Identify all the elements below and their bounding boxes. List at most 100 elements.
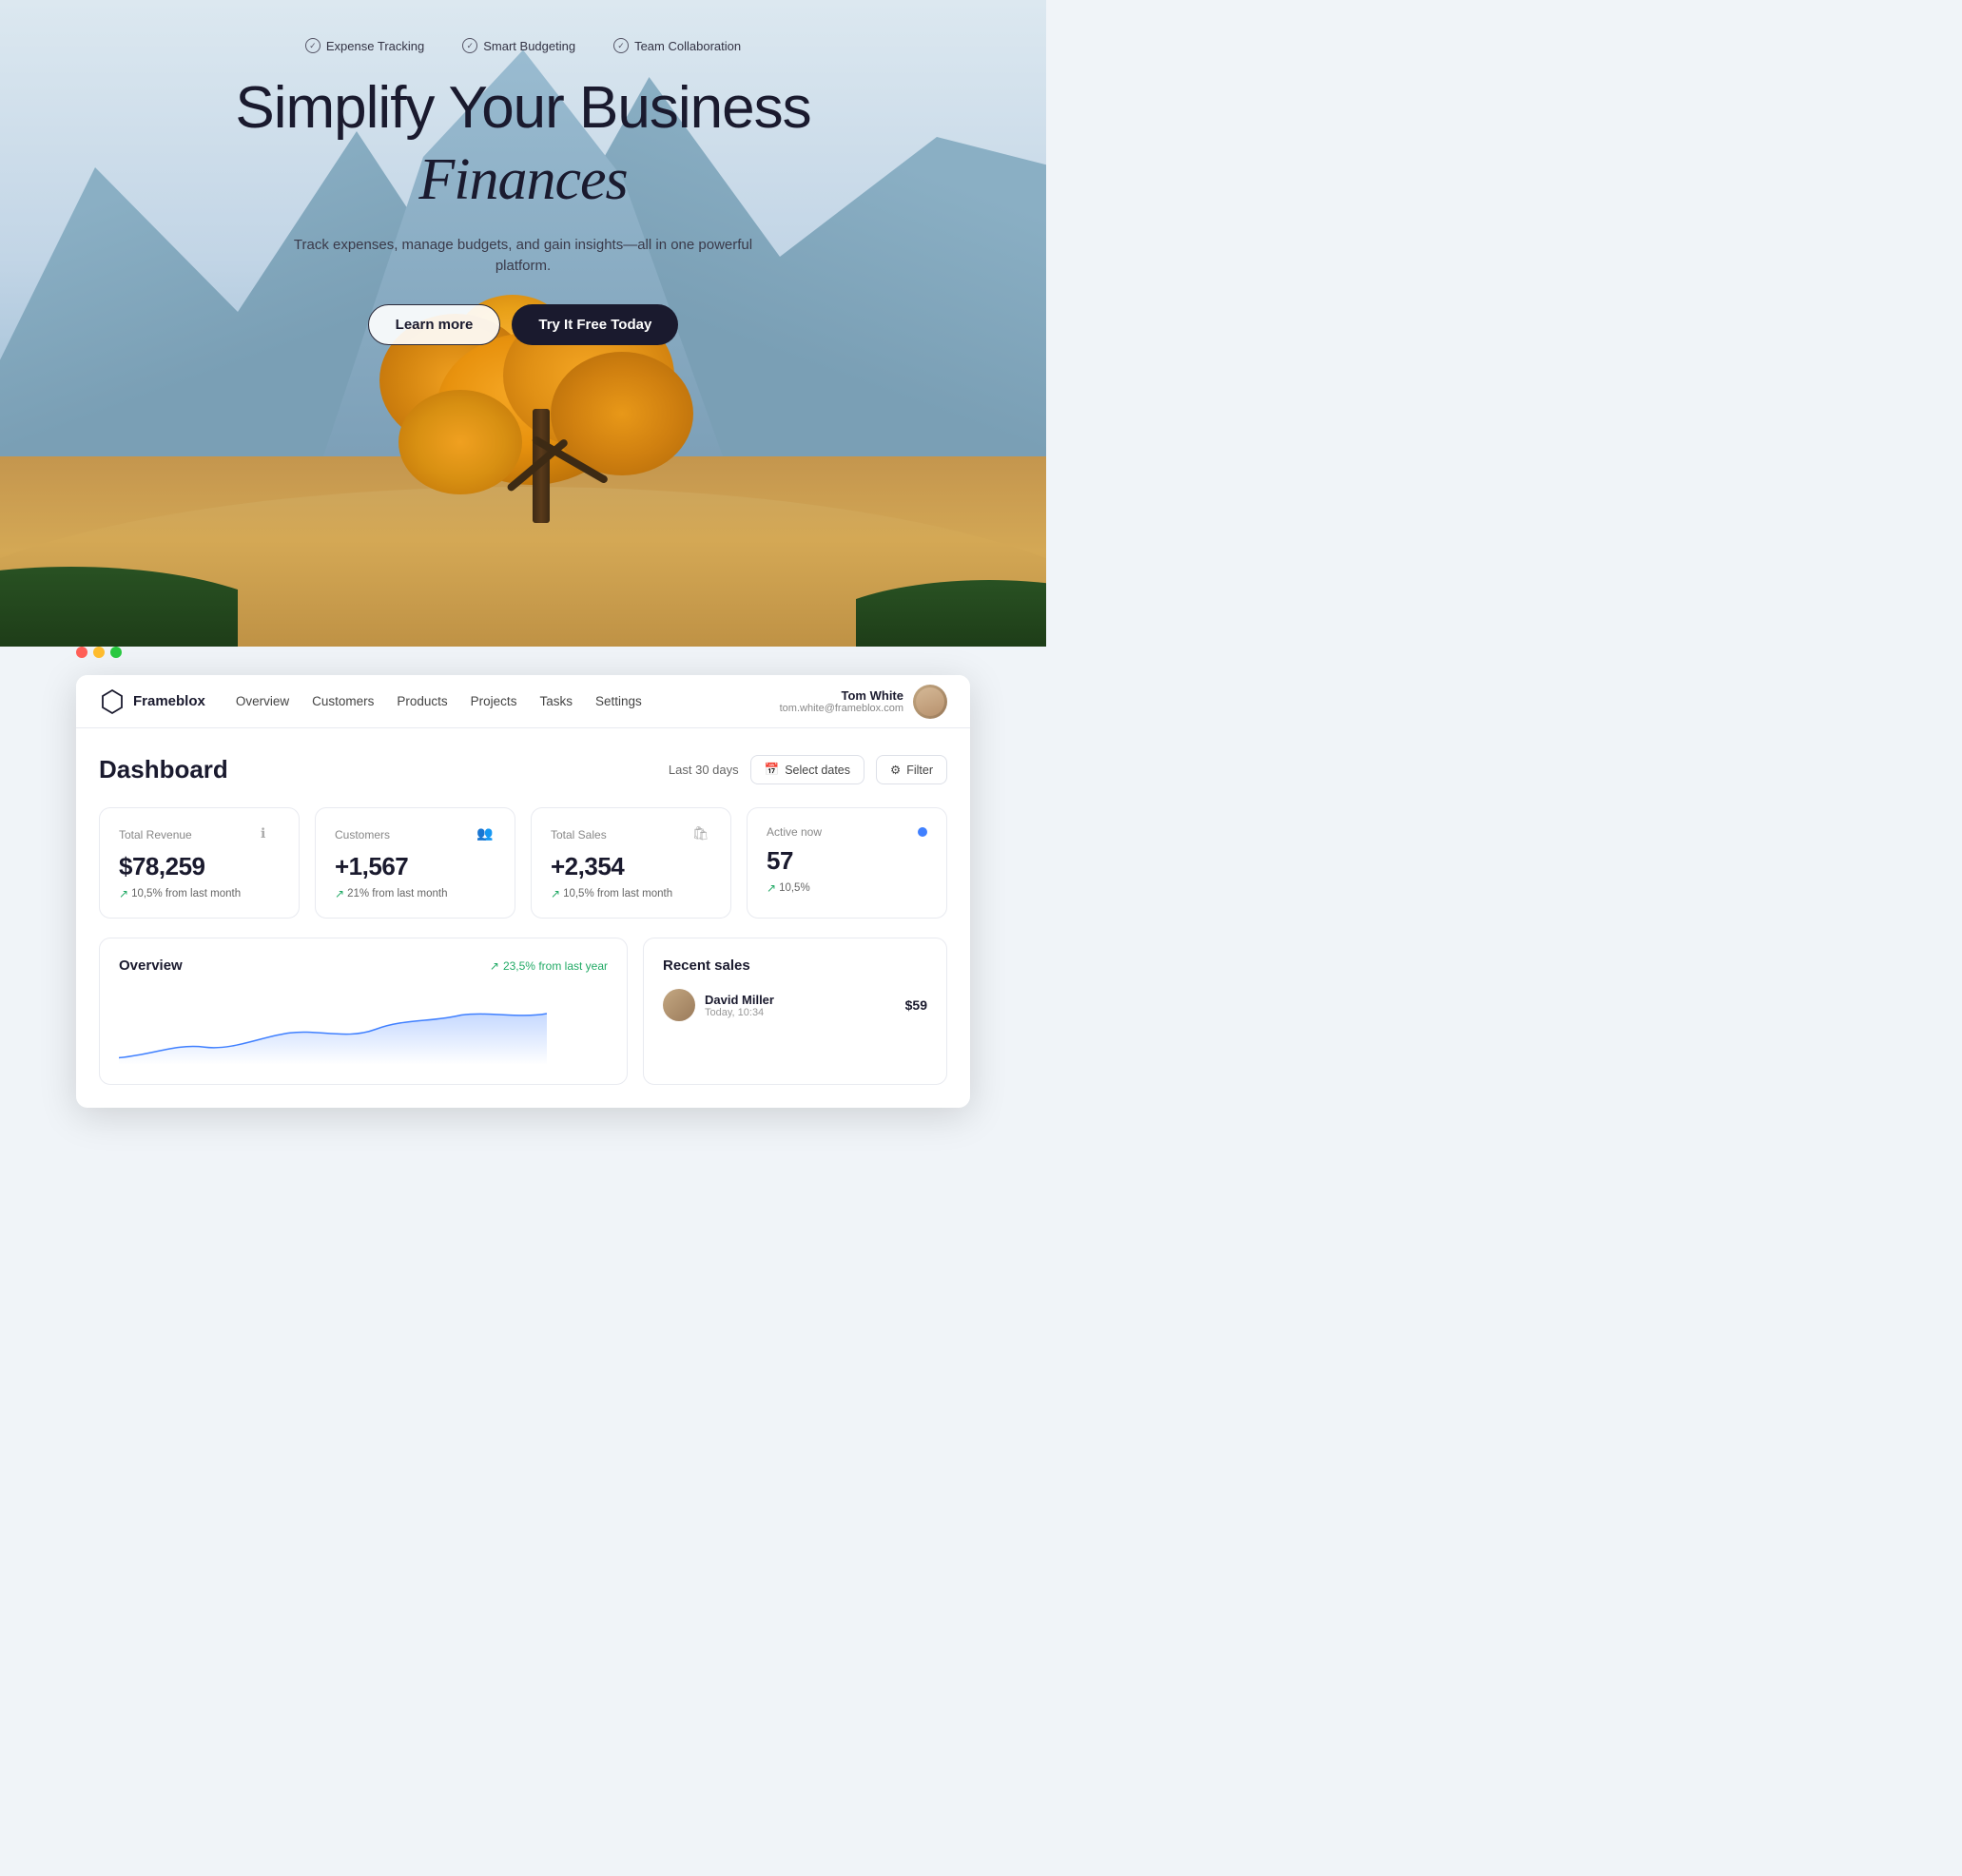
nav-links: Overview Customers Products Projects Tas…	[236, 694, 780, 708]
trend-text: 10,5%	[779, 882, 810, 894]
minimize-dot[interactable]	[93, 647, 105, 658]
hero-title-line2: Finances	[418, 145, 627, 215]
chart-svg	[119, 1008, 547, 1065]
stats-grid: Total Revenue ℹ $78,259 ↗ 10,5% from las…	[99, 807, 947, 919]
feature-expense-tracking: ✓ Expense Tracking	[305, 38, 424, 53]
trend-text: 10,5% from last month	[131, 888, 241, 899]
dashboard-title: Dashboard	[99, 755, 228, 784]
stat-card-sales: Total Sales 🛍 +2,354 ↗ 10,5% from last m…	[531, 807, 731, 919]
hero-features: ✓ Expense Tracking ✓ Smart Budgeting ✓ T…	[305, 38, 741, 53]
stat-card-revenue: Total Revenue ℹ $78,259 ↗ 10,5% from las…	[99, 807, 300, 919]
bag-icon: 🛍	[692, 825, 711, 844]
feature-team-collaboration: ✓ Team Collaboration	[613, 38, 741, 53]
app-navbar: Frameblox Overview Customers Products Pr…	[76, 675, 970, 728]
sale-time: Today, 10:34	[705, 1007, 896, 1018]
select-dates-label: Select dates	[785, 764, 850, 777]
stat-trend: ↗ 21% from last month	[335, 887, 495, 900]
sale-avatar	[663, 989, 695, 1021]
stat-trend: ↗ 10,5% from last month	[551, 887, 711, 900]
nav-link-customers[interactable]: Customers	[312, 694, 374, 708]
stat-value: 57	[767, 846, 927, 876]
overview-trend: ↗ 23,5% from last year	[490, 959, 608, 973]
avatar-face	[916, 687, 944, 716]
trend-up-icon: ↗	[119, 887, 128, 900]
trend-up-icon: ↗	[335, 887, 344, 900]
sale-info: David Miller Today, 10:34	[705, 993, 896, 1018]
feature-label: Team Collaboration	[634, 39, 741, 53]
nav-user-info: Tom White tom.white@frameblox.com	[780, 688, 903, 714]
stat-card-customers: Customers 👥 +1,567 ↗ 21% from last month	[315, 807, 515, 919]
dashboard-actions: Last 30 days 📅 Select dates ⚙ Filter	[669, 755, 947, 784]
nav-link-products[interactable]: Products	[397, 694, 447, 708]
canopy-blob	[398, 390, 522, 494]
overview-trend-text: 23,5% from last year	[503, 959, 608, 973]
stat-label: Customers	[335, 828, 390, 841]
recent-sales-title: Recent sales	[663, 957, 927, 974]
stat-card-header: Customers 👥	[335, 825, 495, 844]
nav-link-overview[interactable]: Overview	[236, 694, 289, 708]
stat-value: $78,259	[119, 852, 280, 881]
feature-label: Expense Tracking	[326, 39, 424, 53]
maximize-dot[interactable]	[110, 647, 122, 658]
stat-card-header: Total Revenue ℹ	[119, 825, 280, 844]
recent-sales-card: Recent sales David Miller Today, 10:34 $…	[643, 938, 947, 1085]
stat-trend: ↗ 10,5%	[767, 881, 927, 895]
avatar[interactable]	[913, 685, 947, 719]
active-dot-icon	[918, 827, 927, 837]
trend-icon: ↗	[490, 959, 499, 973]
nav-link-tasks[interactable]: Tasks	[539, 694, 573, 708]
close-dot[interactable]	[76, 647, 87, 658]
nav-link-projects[interactable]: Projects	[471, 694, 517, 708]
stat-trend: ↗ 10,5% from last month	[119, 887, 280, 900]
nav-link-settings[interactable]: Settings	[595, 694, 642, 708]
overview-card: Overview ↗ 23,5% from last year	[99, 938, 628, 1085]
dashboard: Dashboard Last 30 days 📅 Select dates ⚙ …	[76, 728, 970, 1108]
feature-label: Smart Budgeting	[483, 39, 575, 53]
learn-more-button[interactable]: Learn more	[368, 304, 501, 345]
stat-label: Total Sales	[551, 828, 607, 841]
chart-area	[119, 989, 608, 1065]
app-logo: Frameblox	[99, 688, 205, 715]
trend-text: 21% from last month	[347, 888, 447, 899]
sale-item: David Miller Today, 10:34 $59	[663, 989, 927, 1021]
filter-icon: ⚙	[890, 763, 901, 777]
try-free-button[interactable]: Try It Free Today	[512, 304, 678, 345]
period-label: Last 30 days	[669, 763, 739, 777]
dashboard-header: Dashboard Last 30 days 📅 Select dates ⚙ …	[99, 755, 947, 784]
trend-text: 10,5% from last month	[563, 888, 672, 899]
bottom-row: Overview ↗ 23,5% from last year	[99, 938, 947, 1085]
trend-up-icon: ↗	[551, 887, 560, 900]
sale-amount: $59	[905, 997, 927, 1013]
stat-value: +2,354	[551, 852, 711, 881]
filter-button[interactable]: ⚙ Filter	[876, 755, 947, 784]
page-wrapper: ✓ Expense Tracking ✓ Smart Budgeting ✓ T…	[0, 0, 1046, 704]
check-icon: ✓	[613, 38, 629, 53]
select-dates-button[interactable]: 📅 Select dates	[750, 755, 864, 784]
logo-icon	[99, 688, 126, 715]
hero-buttons: Learn more Try It Free Today	[368, 304, 679, 345]
stat-card-header: Total Sales 🛍	[551, 825, 711, 844]
window-chrome	[76, 647, 122, 658]
stat-value: +1,567	[335, 852, 495, 881]
hero-section: ✓ Expense Tracking ✓ Smart Budgeting ✓ T…	[0, 0, 1046, 647]
stat-card-active: Active now 57 ↗ 10,5%	[747, 807, 947, 919]
logo-text: Frameblox	[133, 693, 205, 709]
stat-label: Active now	[767, 825, 822, 839]
nav-user-name: Tom White	[780, 688, 903, 703]
check-icon: ✓	[462, 38, 477, 53]
calendar-icon: 📅	[765, 763, 780, 777]
nav-user: Tom White tom.white@frameblox.com	[780, 685, 947, 719]
feature-smart-budgeting: ✓ Smart Budgeting	[462, 38, 575, 53]
stat-label: Total Revenue	[119, 828, 192, 841]
sale-name: David Miller	[705, 993, 896, 1007]
trend-up-icon: ↗	[767, 881, 776, 895]
hero-subtitle: Track expenses, manage budgets, and gain…	[285, 235, 761, 278]
overview-title: Overview	[119, 957, 183, 974]
hero-content: ✓ Expense Tracking ✓ Smart Budgeting ✓ T…	[0, 0, 1046, 345]
nav-user-email: tom.white@frameblox.com	[780, 703, 903, 714]
filter-label: Filter	[906, 764, 933, 777]
overview-header: Overview ↗ 23,5% from last year	[119, 957, 608, 974]
users-icon: 👥	[476, 825, 495, 844]
app-window: Frameblox Overview Customers Products Pr…	[76, 675, 970, 1108]
hero-title-line1: Simplify Your Business	[235, 76, 810, 141]
